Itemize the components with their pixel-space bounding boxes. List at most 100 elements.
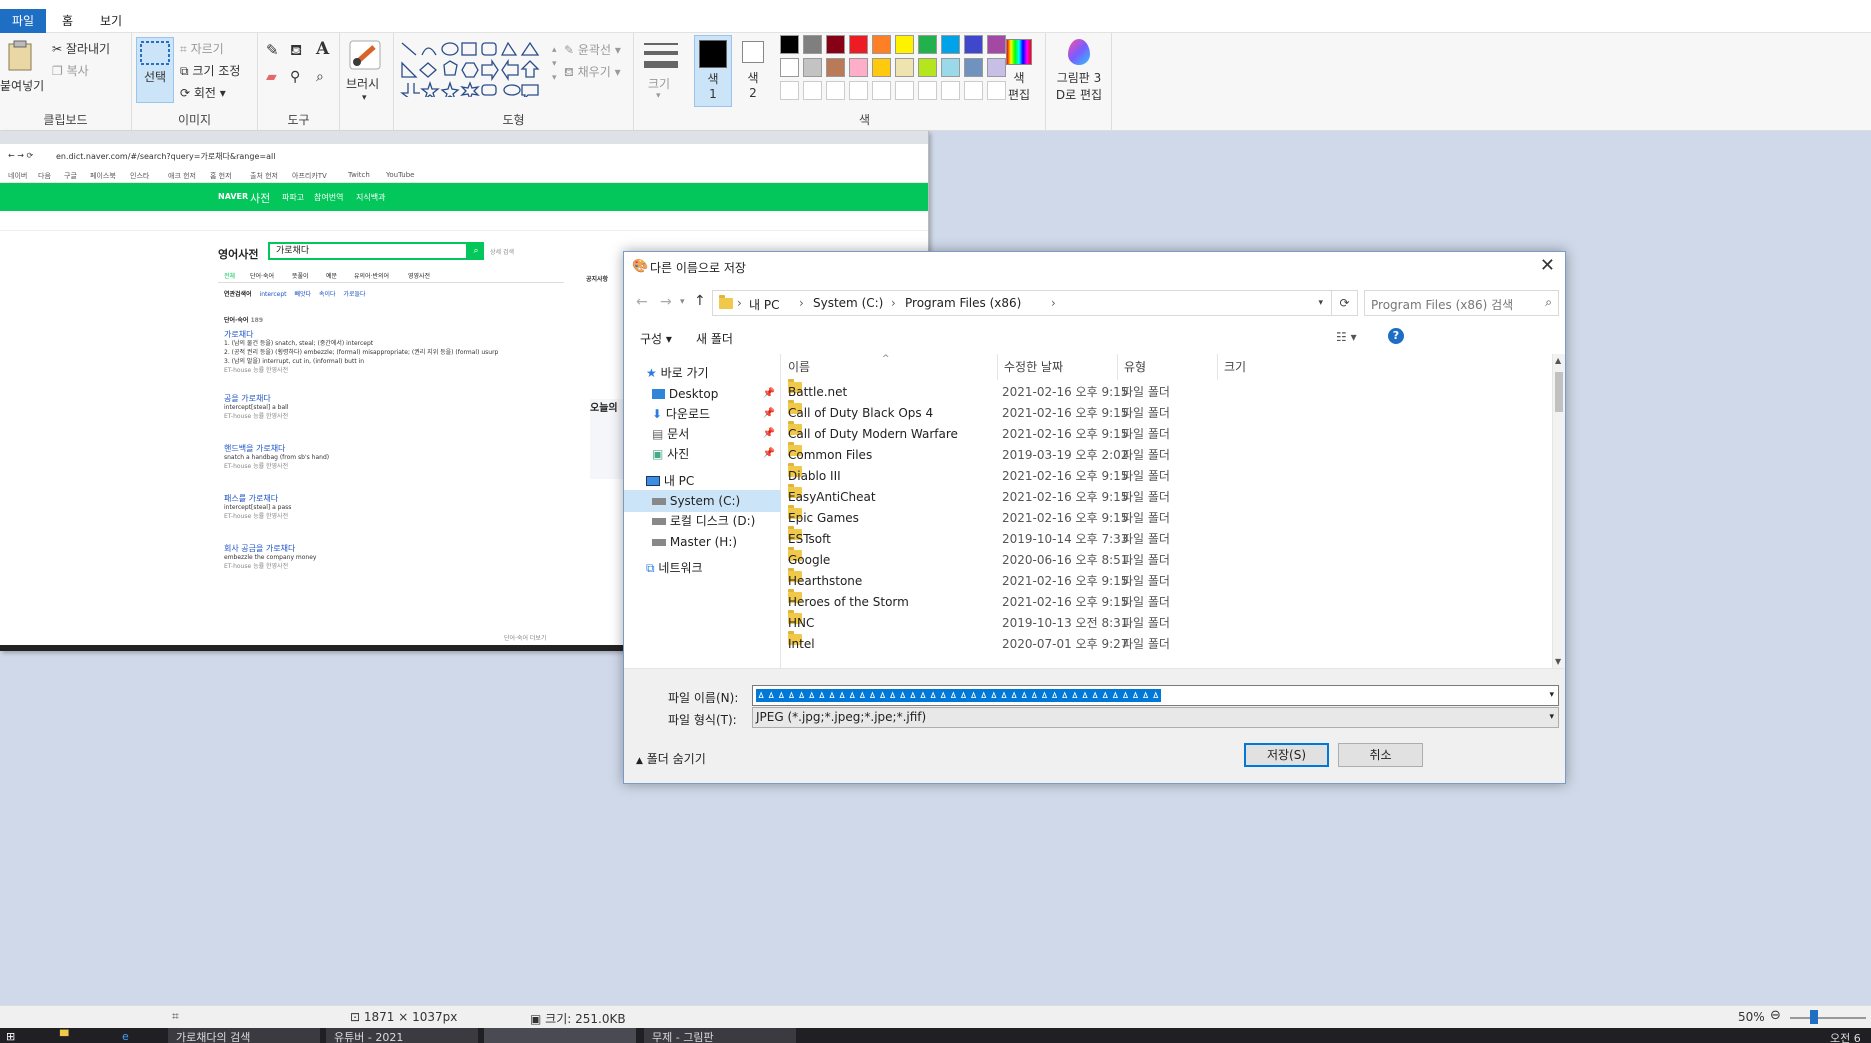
nav-documents[interactable]: ▤ 문서 📌	[624, 423, 781, 445]
file-row[interactable]: Heroes of the Storm 2021-02-16 오후 9:15 파일 …	[782, 589, 1552, 613]
custom-color-slot[interactable]	[941, 81, 960, 100]
nav-downloads[interactable]: ⬇ 다운로드 📌	[624, 403, 781, 425]
brush-button[interactable]	[348, 39, 382, 71]
edge-icon[interactable]: e	[122, 1030, 129, 1043]
filename-input[interactable]: ㅿㅿㅿㅿㅿㅿㅿㅿㅿㅿㅿㅿㅿㅿㅿㅿㅿㅿㅿㅿㅿㅿㅿㅿㅿㅿㅿㅿㅿㅿㅿㅿㅿㅿㅿㅿㅿㅿㅿㅿ…	[752, 685, 1559, 706]
color-swatch[interactable]	[895, 58, 914, 77]
custom-color-slot[interactable]	[803, 81, 822, 100]
file-row[interactable]: Common Files 2019-03-19 오후 2:02 파일 폴더	[782, 442, 1552, 466]
view-options-icon[interactable]: ☷ ▾	[1336, 330, 1357, 344]
color-swatch[interactable]	[849, 58, 868, 77]
paste-button[interactable]	[6, 39, 34, 71]
file-list-scrollbar[interactable]: ▲ ▼	[1552, 354, 1565, 668]
save-button[interactable]: 저장(S)	[1244, 743, 1329, 767]
forward-arrow-icon[interactable]: →	[660, 294, 672, 310]
up-arrow-icon[interactable]: ↑	[694, 293, 706, 309]
breadcrumb-program-files[interactable]: Program Files (x86)	[905, 296, 1021, 310]
cancel-button[interactable]: 취소	[1338, 743, 1423, 767]
text-tool-icon[interactable]: A	[316, 39, 329, 59]
magnifier-icon[interactable]: ⌕	[316, 69, 324, 85]
nav-desktop[interactable]: Desktop 📌	[624, 383, 781, 405]
new-folder-button[interactable]: 새 폴더	[696, 330, 733, 347]
shapes-scroll-down-icon[interactable]: ▾	[552, 59, 557, 69]
brush-dropdown-icon[interactable]: ▾	[362, 93, 367, 103]
back-arrow-icon[interactable]: ←	[636, 294, 648, 310]
paint3d-button[interactable]: 그림판 3 D로 편집	[1054, 39, 1104, 103]
fill-button[interactable]: ⛾ 채우기 ▾	[564, 63, 621, 81]
zoom-slider-thumb[interactable]	[1810, 1010, 1818, 1024]
resize-button[interactable]: ⧉ 크기 조정	[180, 62, 240, 79]
file-row[interactable]: Call of Duty Modern Warfare 2021-02-16 오후…	[782, 421, 1552, 445]
custom-color-slot[interactable]	[872, 81, 891, 100]
paste-label[interactable]: 붙여넣기	[0, 77, 44, 94]
nav-pictures[interactable]: ▣ 사진 📌	[624, 443, 781, 465]
dialog-search-input[interactable]: Program Files (x86) 검색 ⌕	[1364, 290, 1559, 316]
file-row[interactable]: Hearthstone 2021-02-16 오후 9:15 파일 폴더	[782, 568, 1552, 592]
color-swatch[interactable]	[780, 58, 799, 77]
color2-button[interactable]: 색 2	[738, 39, 768, 100]
custom-color-slot[interactable]	[918, 81, 937, 100]
color1-button[interactable]: 색 1	[694, 35, 732, 107]
tab-home[interactable]: 홈	[52, 9, 83, 33]
custom-color-slot[interactable]	[826, 81, 845, 100]
color-swatch[interactable]	[941, 58, 960, 77]
file-row[interactable]: Google 2020-06-16 오후 8:51 파일 폴더	[782, 547, 1552, 571]
scroll-up-icon[interactable]: ▲	[1555, 356, 1561, 365]
breadcrumb-my-pc[interactable]: 내 PC	[749, 296, 779, 313]
color-swatch[interactable]	[987, 58, 1006, 77]
rotate-button[interactable]: ⟳ 회전 ▾	[180, 84, 226, 101]
color-swatch[interactable]	[964, 58, 983, 77]
brush-label[interactable]: 브러시	[346, 75, 379, 92]
taskbar-item-1[interactable]: 가로채다의 검색	[168, 1028, 320, 1043]
column-type[interactable]: 유형	[1118, 354, 1218, 380]
shapes-gallery[interactable]	[400, 41, 550, 97]
copy-button[interactable]: ❐ 복사	[52, 62, 89, 79]
organize-button[interactable]: 구성 ▾	[640, 330, 672, 347]
color-swatch[interactable]	[918, 58, 937, 77]
file-row[interactable]: Diablo III 2021-02-16 오후 9:15 파일 폴더	[782, 463, 1552, 487]
color-swatch[interactable]	[826, 35, 845, 54]
breadcrumb-system-c[interactable]: System (C:)	[813, 296, 883, 310]
explorer-icon[interactable]: ▀	[60, 1030, 68, 1043]
pencil-icon[interactable]: ✎	[266, 41, 279, 59]
crop-button[interactable]: ⌗ 자르기	[180, 40, 224, 57]
taskbar-item-paint-dialog[interactable]	[484, 1028, 636, 1043]
close-icon[interactable]: ✕	[1540, 255, 1555, 276]
color-swatch[interactable]	[849, 35, 868, 54]
custom-color-slot[interactable]	[964, 81, 983, 100]
shapes-scroll-up-icon[interactable]: ▴	[552, 45, 557, 55]
nav-my-pc[interactable]: 내 PC	[624, 470, 781, 492]
cut-button[interactable]: ✂ 잘라내기	[52, 40, 110, 57]
shapes-expand-icon[interactable]: ▾	[552, 73, 557, 83]
column-size[interactable]: 크기	[1218, 354, 1318, 380]
filetype-select[interactable]: JPEG (*.jpg;*.jpeg;*.jpe;*.jfif) ▾	[752, 707, 1559, 728]
color-picker-icon[interactable]: ⚲	[290, 69, 300, 85]
size-group[interactable]: 크기 ▾	[634, 33, 684, 131]
custom-color-slot[interactable]	[780, 81, 799, 100]
color-swatch[interactable]	[826, 58, 845, 77]
zoom-slider[interactable]	[1790, 1017, 1866, 1019]
color-swatch[interactable]	[987, 35, 1006, 54]
color-swatch[interactable]	[780, 35, 799, 54]
custom-color-slot[interactable]	[849, 81, 868, 100]
color-swatch[interactable]	[941, 35, 960, 54]
color-swatch[interactable]	[964, 35, 983, 54]
file-row[interactable]: Battle.net 2021-02-16 오후 9:15 파일 폴더	[782, 379, 1552, 403]
file-row[interactable]: Epic Games 2021-02-16 오후 9:15 파일 폴더	[782, 505, 1552, 529]
file-row[interactable]: Call of Duty Black Ops 4 2021-02-16 오후 9:…	[782, 400, 1552, 424]
windows-start-icon[interactable]: ⊞	[6, 1030, 15, 1043]
file-row[interactable]: ESTsoft 2019-10-14 오후 7:33 파일 폴더	[782, 526, 1552, 550]
nav-local-d[interactable]: 로컬 디스크 (D:)	[624, 510, 781, 532]
zoom-out-icon[interactable]: ⊖	[1770, 1008, 1781, 1023]
edit-colors-button[interactable]: 색 편집	[1006, 39, 1032, 103]
tab-file[interactable]: 파일	[0, 9, 46, 33]
scroll-down-icon[interactable]: ▼	[1555, 657, 1561, 666]
color-swatch[interactable]	[872, 35, 891, 54]
refresh-icon[interactable]: ⟳	[1331, 291, 1357, 315]
taskbar-item-3[interactable]: 무제 - 그림판	[644, 1028, 796, 1043]
scroll-thumb[interactable]	[1555, 372, 1563, 412]
color-swatch[interactable]	[803, 58, 822, 77]
address-dropdown-icon[interactable]: ▾	[1318, 298, 1323, 308]
color-swatch[interactable]	[895, 35, 914, 54]
nav-system-c[interactable]: System (C:)	[624, 490, 781, 512]
